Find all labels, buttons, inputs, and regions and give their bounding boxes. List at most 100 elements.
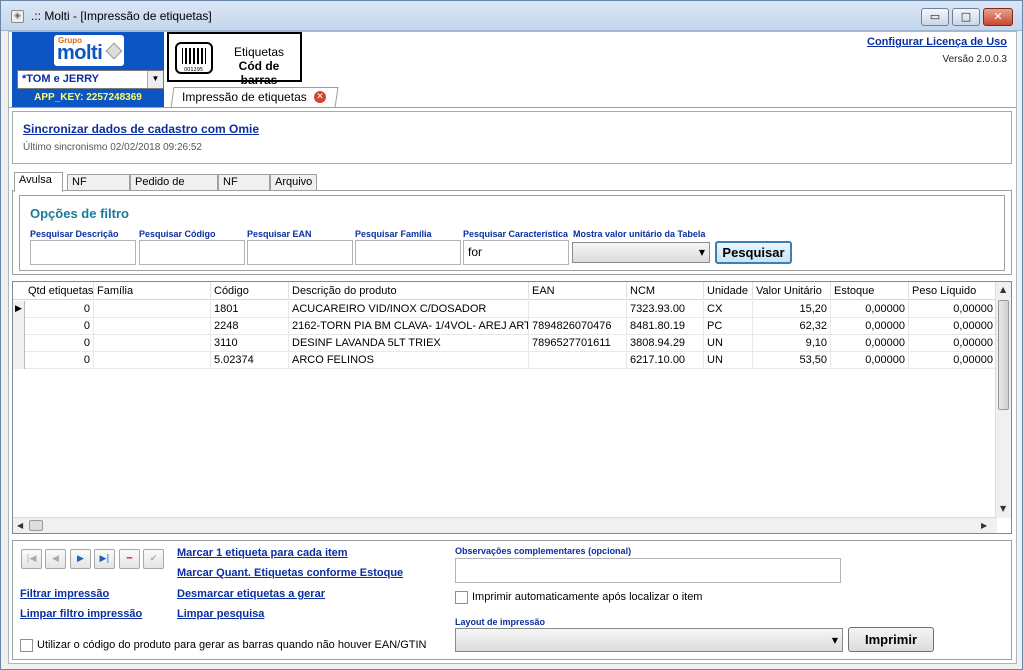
search-family-input[interactable] [355, 240, 461, 265]
column-header[interactable]: Qtd etiquetas [25, 282, 94, 300]
next-record-icon[interactable]: ▶ [70, 549, 91, 569]
tab-arquivo[interactable]: Arquivo [270, 174, 317, 191]
table-row[interactable]: ▶ 0 1801 ACUCAREIRO VID/INOX C/DOSADOR 7… [13, 301, 997, 318]
tab-avulsa[interactable]: Avulsa [14, 172, 63, 192]
mark-one-link[interactable]: Marcar 1 etiqueta para cada item [177, 547, 348, 559]
table-row[interactable]: 0 2248 2162-TORN PIA BM CLAVA- 1/4VOL- A… [13, 318, 997, 335]
cell-unit-price[interactable]: 53,50 [753, 352, 831, 369]
cell-qty[interactable]: 0 [25, 352, 94, 369]
column-header[interactable]: Peso Líquido [909, 282, 997, 300]
cell-code[interactable]: 3110 [211, 335, 289, 352]
cell-qty[interactable]: 0 [25, 301, 94, 318]
cell-stock[interactable]: 0,00000 [831, 318, 909, 335]
column-header[interactable]: Valor Unitário [753, 282, 831, 300]
horizontal-scrollbar[interactable]: ◀ ▶ [13, 517, 997, 533]
cell-description[interactable]: ARCO FELINOS [289, 352, 529, 369]
cell-ean[interactable]: 7896527701611 [529, 335, 627, 352]
tab-pedido-venda[interactable]: Pedido de Venda [130, 174, 218, 203]
table-row[interactable]: 0 5.02374 ARCO FELINOS 6217.10.00 UN 53,… [13, 352, 997, 369]
cell-unit[interactable]: UN [704, 352, 753, 369]
document-tab-label[interactable]: Impressão de etiquetas [182, 90, 307, 104]
cell-net-weight[interactable]: 0,00000 [909, 318, 997, 335]
tab-nf-saida[interactable]: NF Saída [218, 174, 270, 203]
cell-unit[interactable]: PC [704, 318, 753, 335]
cell-ean[interactable]: 7894826070476 [529, 318, 627, 335]
search-code-input[interactable] [139, 240, 245, 265]
table-row[interactable]: 0 3110 DESINF LAVANDA 5LT TRIEX 78965277… [13, 335, 997, 352]
cell-family[interactable] [94, 335, 211, 352]
scroll-up-icon[interactable]: ▲ [1000, 285, 1006, 294]
search-description-input[interactable] [30, 240, 136, 265]
column-header[interactable]: Código [211, 282, 289, 300]
scroll-right-icon[interactable]: ▶ [981, 521, 987, 530]
cell-ncm[interactable]: 6217.10.00 [627, 352, 704, 369]
cell-code[interactable]: 1801 [211, 301, 289, 318]
cell-unit-price[interactable]: 15,20 [753, 301, 831, 318]
scroll-thumb[interactable] [998, 300, 1009, 410]
chevron-down-icon[interactable]: ▼ [147, 71, 163, 88]
column-header[interactable]: Unidade [704, 282, 753, 300]
cell-unit-price[interactable]: 9,10 [753, 335, 831, 352]
cell-unit-price[interactable]: 62,32 [753, 318, 831, 335]
row-selector[interactable] [13, 352, 25, 369]
module-badge[interactable]: 001295 Etiquetas Cód de barras [167, 32, 302, 87]
license-link[interactable]: Configurar Licença de Uso [867, 36, 1007, 48]
minimize-button[interactable]: ▭ [921, 8, 949, 26]
sync-link[interactable]: Sincronizar dados de cadastro com Omie [23, 122, 259, 136]
search-ean-input[interactable] [247, 240, 353, 265]
use-code-checkbox[interactable] [20, 639, 33, 652]
company-select[interactable]: *TOM e JERRY ▼ [17, 70, 164, 89]
scroll-thumb[interactable] [29, 520, 43, 531]
auto-print-checkbox[interactable] [455, 591, 468, 604]
close-button[interactable]: ✕ [983, 8, 1013, 26]
column-header[interactable]: EAN [529, 282, 627, 300]
prev-record-icon[interactable]: ◀ [45, 549, 66, 569]
column-header[interactable]: Descrição do produto [289, 282, 529, 300]
cell-net-weight[interactable]: 0,00000 [909, 352, 997, 369]
cell-qty[interactable]: 0 [25, 335, 94, 352]
cell-ean[interactable] [529, 301, 627, 318]
price-table-select[interactable]: ▼ [572, 242, 710, 263]
column-header[interactable]: NCM [627, 282, 704, 300]
delete-record-icon[interactable]: ━ [119, 549, 140, 569]
obs-input[interactable] [455, 558, 841, 583]
cell-family[interactable] [94, 352, 211, 369]
cell-family[interactable] [94, 318, 211, 335]
unmark-link[interactable]: Desmarcar etiquetas a gerar [177, 588, 325, 600]
cell-ean[interactable] [529, 352, 627, 369]
last-record-icon[interactable]: ▶| [94, 549, 115, 569]
maximize-button[interactable]: □ [952, 8, 980, 26]
cell-code[interactable]: 5.02374 [211, 352, 289, 369]
cell-unit[interactable]: CX [704, 301, 753, 318]
cell-description[interactable]: 2162-TORN PIA BM CLAVA- 1/4VOL- AREJ ART… [289, 318, 529, 335]
clear-search-link[interactable]: Limpar pesquisa [177, 608, 264, 620]
close-tab-icon[interactable]: ✕ [314, 91, 326, 103]
cell-net-weight[interactable]: 0,00000 [909, 301, 997, 318]
mark-stock-link[interactable]: Marcar Quant. Etiquetas conforme Estoque [177, 567, 403, 579]
layout-select[interactable]: ▼ [455, 628, 843, 652]
cell-description[interactable]: DESINF LAVANDA 5LT TRIEX [289, 335, 529, 352]
row-selector[interactable] [13, 335, 25, 352]
scroll-left-icon[interactable]: ◀ [17, 521, 23, 530]
tab-nf-entrada[interactable]: NF Entrada [67, 174, 130, 203]
column-header[interactable]: Estoque [831, 282, 909, 300]
print-button[interactable]: Imprimir [848, 627, 934, 652]
first-record-icon[interactable]: |◀ [21, 549, 42, 569]
cell-family[interactable] [94, 301, 211, 318]
cell-qty[interactable]: 0 [25, 318, 94, 335]
cell-ncm[interactable]: 3808.94.29 [627, 335, 704, 352]
filter-print-link[interactable]: Filtrar impressão [20, 588, 109, 600]
cell-code[interactable]: 2248 [211, 318, 289, 335]
cell-net-weight[interactable]: 0,00000 [909, 335, 997, 352]
cell-ncm[interactable]: 7323.93.00 [627, 301, 704, 318]
vertical-scrollbar[interactable]: ▲ ▼ [995, 282, 1011, 518]
cell-stock[interactable]: 0,00000 [831, 335, 909, 352]
cell-ncm[interactable]: 8481.80.19 [627, 318, 704, 335]
search-characteristic-input[interactable]: for [463, 240, 569, 265]
row-selector[interactable]: ▶ [13, 301, 25, 318]
row-selector[interactable] [13, 318, 25, 335]
scroll-down-icon[interactable]: ▼ [1000, 504, 1006, 513]
clear-filter-print-link[interactable]: Limpar filtro impressão [20, 608, 142, 620]
column-header[interactable]: Família [94, 282, 211, 300]
search-button[interactable]: Pesquisar [715, 241, 792, 264]
